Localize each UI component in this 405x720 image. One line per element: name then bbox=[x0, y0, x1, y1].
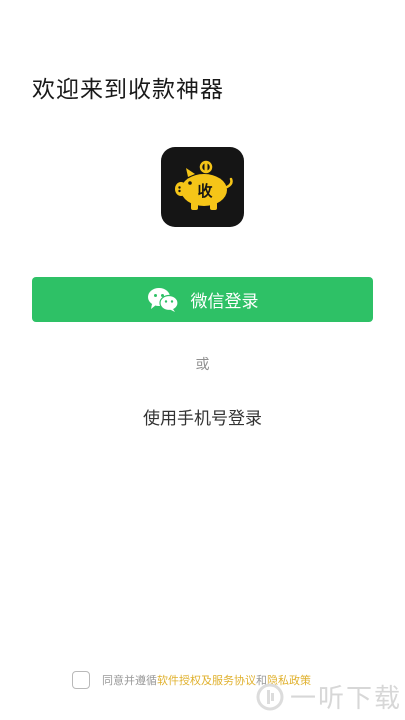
agreement-prefix: 同意并遵循 bbox=[102, 674, 157, 687]
agreement-checkbox[interactable] bbox=[72, 671, 90, 689]
watermark-text: 一听下载 bbox=[290, 684, 403, 714]
app-logo: 收 bbox=[161, 147, 244, 227]
app-logo-glyph: 收 bbox=[197, 182, 212, 200]
piggy-bank-icon: 收 bbox=[174, 160, 233, 210]
wechat-login-button[interactable]: 微信登录 bbox=[32, 277, 373, 322]
license-agreement-link[interactable]: 软件授权及服务协议 bbox=[157, 672, 256, 688]
phone-login-link[interactable]: 使用手机号登录 bbox=[0, 404, 405, 429]
watermark-logo-icon bbox=[256, 683, 284, 710]
wechat-login-label: 微信登录 bbox=[190, 292, 259, 312]
wechat-icon bbox=[147, 287, 179, 312]
watermark: 一听下载 bbox=[256, 678, 402, 715]
page-title: 欢迎来到收款神器 bbox=[32, 77, 224, 103]
login-screen: 欢迎来到收款神器 收 微信登录 或 使用手机号登录 同意并遵循 软件授权及服务协… bbox=[0, 0, 405, 720]
or-divider: 或 bbox=[195, 357, 210, 373]
